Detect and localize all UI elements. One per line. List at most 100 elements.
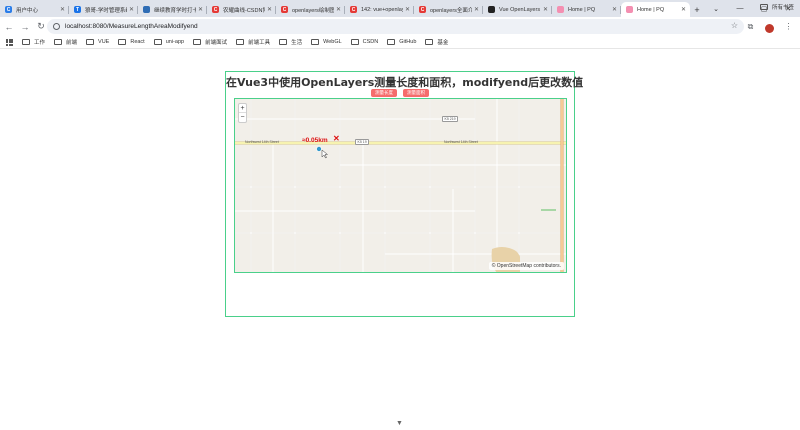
browser-tab[interactable]: T 狼哥-学时管理系统 ✕ [69, 2, 138, 17]
bookmark-label: 基金 [437, 40, 449, 46]
folder-icon [387, 39, 396, 45]
folder-icon [279, 39, 288, 45]
browser-tab[interactable]: C 142: vue+openlayers✕ [345, 2, 414, 17]
bookmark-folder[interactable]: VUE [86, 39, 109, 45]
bookmark-folder[interactable]: React [118, 39, 145, 45]
tab-close-icon[interactable]: ✕ [267, 6, 272, 13]
bookmark-label: 生活 [291, 40, 303, 46]
tab-favicon-icon: T [74, 6, 81, 13]
tab-close-icon[interactable]: ✕ [198, 6, 203, 13]
tab-close-icon[interactable]: ✕ [336, 6, 341, 13]
bookmark-folder[interactable]: CSDN [350, 39, 379, 45]
tab-close-icon[interactable]: ✕ [474, 6, 479, 13]
tab-title: 狼哥-学时管理系统 [85, 7, 127, 14]
bookmark-label: 工作 [34, 40, 46, 46]
button-row: 测量长度 测量面积 [226, 89, 574, 97]
map-viewport[interactable]: Northwest 14th Street Northwest 14th Str… [234, 98, 567, 273]
bookmark-star-icon[interactable]: ☆ [731, 21, 738, 30]
bookmark-folder[interactable]: 生活 [279, 38, 302, 46]
browser-tab[interactable]: C 农耀曲线-CSDN博客✕ [207, 2, 276, 17]
bookmark-folder[interactable]: GitHub [387, 39, 416, 45]
tab-favicon-icon [488, 6, 495, 13]
bookmark-folder[interactable]: 前端工具 [236, 38, 270, 46]
address-bar[interactable]: localhost:8080/MeasureLengthAreaModifyen… [47, 19, 744, 34]
tab-favicon-icon: C [350, 6, 357, 13]
minimize-icon[interactable]: — [728, 0, 752, 17]
road-label-right: Northwest 14th Street [444, 140, 478, 144]
menu-icon[interactable]: ⋮ [781, 19, 796, 34]
tab-close-icon[interactable]: ✕ [129, 6, 134, 13]
tab-favicon-icon [626, 6, 633, 13]
folder-icon [86, 39, 95, 45]
folder-icon [759, 4, 768, 10]
browser-tab[interactable]: Copenlayers全面介绍✕ [414, 2, 483, 17]
bookmark-folder[interactable]: 前端面试 [193, 38, 227, 46]
bookmark-label: 前端面试 [205, 40, 228, 46]
tab-title: 继续教育学时打卡 [154, 7, 196, 14]
tab-favicon-icon: C [281, 6, 288, 13]
scroll-down-icon[interactable]: ▼ [396, 420, 403, 427]
browser-tab[interactable]: Home | PQ ✕ [552, 2, 621, 17]
map-attribution[interactable]: © OpenStreetMap contributors. [488, 262, 564, 270]
folder-icon [153, 39, 162, 45]
page-title: 在Vue3中使用OpenLayers测量长度和面积，modifyend后更改数值 [226, 76, 584, 89]
browser-tab[interactable]: 继续教育学时打卡 ✕ [138, 2, 207, 17]
apps-grid-icon[interactable] [6, 38, 13, 46]
tab-strip: C用户中心✕T狼哥-学时管理系统✕继续教育学时打卡✕C农耀曲线-CSDN博客✕C… [0, 0, 800, 17]
tab-search-icon[interactable]: ⌄ [704, 0, 728, 17]
tab-favicon-icon [557, 6, 564, 13]
bookmark-label: CSDN [362, 39, 379, 45]
measure-close-icon[interactable]: ✕ [333, 134, 340, 143]
bookmark-label: WebGL [323, 39, 342, 45]
tab-close-icon[interactable]: ✕ [543, 6, 548, 13]
bookmark-label: 前端 [66, 40, 78, 46]
road-label-left: Northwest 14th Street [245, 140, 279, 144]
folder-icon [22, 39, 30, 45]
all-bookmarks[interactable]: 所有书签 [759, 3, 794, 11]
browser-tab[interactable]: Home | PQ ✕ [621, 2, 690, 17]
tab-title: Home | PQ [637, 6, 665, 13]
site-info-icon[interactable] [53, 23, 60, 30]
map-tiles [235, 99, 566, 272]
tab-close-icon[interactable]: ✕ [612, 6, 617, 13]
bookmark-label: uni-app [165, 39, 185, 45]
tab-favicon-icon: C [5, 6, 12, 13]
bookmarks-bar: 工作 前端 VUE React uni-app 前端面试 前端工具 生活 WebGL CSDN Gi… [0, 36, 800, 49]
folder-icon [118, 39, 127, 45]
measure-length-button[interactable]: 测量长度 [371, 89, 397, 97]
zoom-out-button[interactable]: − [239, 113, 246, 122]
tab-title: 农耀曲线-CSDN博客 [223, 7, 265, 14]
zoom-in-button[interactable]: + [239, 104, 246, 113]
bookmark-folder[interactable]: uni-app [153, 39, 185, 45]
bookmark-folder[interactable]: 前端 [54, 38, 77, 46]
browser-tab[interactable]: Vue OpenLayers ✕ [483, 2, 552, 17]
browser-tab[interactable]: Copenlayers绘制图形✕ [276, 2, 345, 17]
forward-icon[interactable]: → [18, 20, 32, 34]
tab-close-icon[interactable]: ✕ [60, 6, 65, 13]
bookmark-label: VUE [98, 39, 110, 45]
page-content: 在Vue3中使用OpenLayers测量长度和面积，modifyend后更改数值… [0, 50, 800, 430]
folder-icon [193, 39, 202, 45]
new-tab-button[interactable]: + [690, 2, 704, 17]
tab-close-icon[interactable]: ✕ [681, 6, 686, 13]
tab-favicon-icon: C [212, 6, 219, 13]
back-icon[interactable]: ← [2, 20, 16, 34]
route-shield-mid: K5 19 [355, 139, 370, 145]
tab-favicon-icon: C [419, 6, 426, 13]
browser-toolbar: ← → ↻ localhost:8080/MeasureLengthAreaMo… [0, 17, 800, 36]
tab-title: 142: vue+openlayers [361, 6, 403, 13]
folder-icon [350, 39, 359, 45]
measure-area-button[interactable]: 测量面积 [403, 89, 429, 97]
tab-close-icon[interactable]: ✕ [405, 6, 410, 13]
folder-icon [54, 39, 63, 45]
bookmark-folder[interactable]: 工作 [22, 38, 45, 46]
bookmark-folder[interactable]: 基金 [425, 38, 448, 46]
folder-icon [236, 39, 245, 45]
reload-icon[interactable]: ↻ [34, 20, 48, 34]
browser-tab[interactable]: C 用户中心 ✕ [0, 2, 69, 17]
demo-container: 在Vue3中使用OpenLayers测量长度和面积，modifyend后更改数值… [225, 71, 584, 317]
profile-avatar[interactable] [762, 19, 777, 34]
bookmark-folder[interactable]: WebGL [311, 39, 342, 45]
extensions-icon[interactable]: ⧉ [743, 19, 758, 34]
route-shield-top: K5 219 [442, 116, 459, 122]
